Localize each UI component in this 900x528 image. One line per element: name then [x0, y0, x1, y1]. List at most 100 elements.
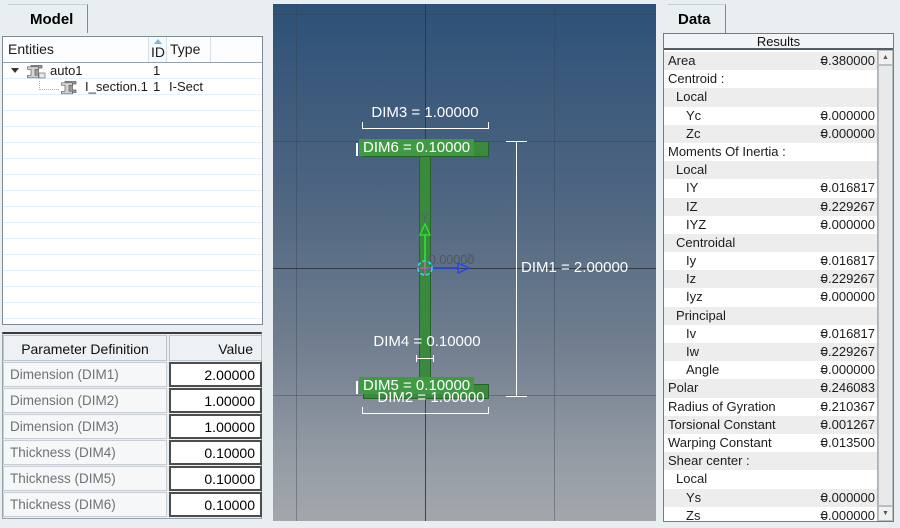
- tree-row-I_section.1[interactable]: I_section.1 1 I-Sect: [3, 79, 262, 95]
- grid-line: [296, 4, 297, 521]
- result-name-label: Polar: [668, 380, 699, 396]
- dim2-tick-right: [488, 407, 489, 414]
- dim3-tick-right: [488, 122, 489, 129]
- param-value-input[interactable]: [169, 492, 262, 517]
- tab-data[interactable]: Data: [668, 4, 726, 33]
- tree-empty-row[interactable]: [3, 127, 262, 143]
- result-row: IYZ = 0.000000: [664, 215, 877, 234]
- result-row: Centroidal: [664, 233, 877, 253]
- tree-empty-row[interactable]: [3, 239, 262, 255]
- tree-row-auto1[interactable]: auto1 1: [3, 63, 262, 79]
- result-row: Local: [664, 161, 877, 180]
- result-name-label: Warping Constant: [668, 434, 772, 450]
- result-value-label: 0.000000: [820, 289, 875, 305]
- sort-ascending-icon[interactable]: [154, 39, 162, 44]
- result-name-label: Local: [676, 471, 708, 487]
- tab-model[interactable]: Model: [8, 4, 89, 33]
- results-scrollbar[interactable]: ▲ ▼: [877, 50, 893, 521]
- results-header: Results: [664, 34, 893, 50]
- results-rows: Area = 0.380000 Centroid : Local Yc = 0.000000 Z…: [664, 52, 877, 522]
- dim3-label: DIM3 = 1.00000: [371, 104, 479, 121]
- result-name-label: Torsional Constant: [668, 416, 776, 432]
- result-value-label: 0.013500: [820, 434, 875, 450]
- result-row: Torsional Constant = 0.001267: [664, 415, 877, 434]
- param-header-value: Value: [169, 335, 262, 361]
- result-name-label: Centroid :: [668, 71, 725, 87]
- dim4-line: [416, 358, 434, 359]
- result-row: Angle = 0.000000: [664, 361, 877, 380]
- grid-line: [273, 14, 656, 15]
- result-name-label: Iw: [686, 344, 699, 359]
- param-label-dim3: Dimension (DIM3): [3, 414, 167, 439]
- entity-name-label: auto1: [50, 63, 83, 78]
- column-header-type[interactable]: Type: [167, 37, 211, 62]
- result-name-label: Centroidal: [676, 234, 736, 250]
- tree-rows: auto1 1 I_section.1 1 I-Sect: [3, 63, 262, 324]
- tree-empty-row[interactable]: [3, 175, 262, 191]
- result-name-label: IYZ: [686, 216, 707, 232]
- param-value-input[interactable]: [169, 414, 262, 439]
- param-value-input[interactable]: [169, 362, 262, 387]
- result-row: Yc = 0.000000: [664, 106, 877, 125]
- expand-collapse-icon[interactable]: [11, 68, 19, 73]
- dim4-label: DIM4 = 0.10000: [373, 333, 481, 350]
- result-value-label: 0.229267: [820, 198, 875, 214]
- result-name-label: Angle: [686, 362, 720, 378]
- param-value-input[interactable]: [169, 466, 262, 491]
- tree-empty-row[interactable]: [3, 159, 262, 175]
- column-header-id-label: ID: [151, 44, 165, 60]
- column-header-entities[interactable]: Entities: [3, 37, 149, 62]
- result-row: Polar = 0.246083: [664, 379, 877, 398]
- tree-empty-row[interactable]: [3, 207, 262, 223]
- tree-empty-row[interactable]: [3, 255, 262, 271]
- result-value-label: 0.000000: [820, 507, 875, 522]
- tree-empty-row[interactable]: [3, 143, 262, 159]
- result-value-label: 0.000000: [820, 216, 875, 232]
- result-row: IZ = 0.229267: [664, 197, 877, 216]
- result-row: Area = 0.380000: [664, 52, 877, 71]
- scrollbar-thumb[interactable]: [878, 65, 893, 506]
- result-value-label: 0.246083: [820, 380, 875, 396]
- result-name-label: Radius of Gyration: [668, 398, 776, 414]
- result-row: Iyz = 0.000000: [664, 288, 877, 307]
- param-label-dim1: Dimension (DIM1): [3, 362, 167, 387]
- result-row: Moments Of Inertia :: [664, 142, 877, 162]
- param-header-label: Parameter Definition: [3, 335, 167, 361]
- result-value-label: 0.016817: [820, 253, 875, 269]
- tree-empty-row[interactable]: [3, 111, 262, 127]
- result-row: Zc = 0.000000: [664, 124, 877, 143]
- result-name-label: Ys: [686, 489, 702, 505]
- tree-empty-row[interactable]: [3, 223, 262, 239]
- result-value-label: 0.229267: [820, 271, 875, 287]
- result-value-label: 0.000000: [820, 125, 875, 141]
- app-window: { "tabs": { "model": "Model", "data": "D…: [0, 0, 900, 528]
- param-value-input[interactable]: [169, 440, 262, 465]
- tree-empty-row[interactable]: [3, 303, 262, 319]
- param-label-dim6: Thickness (DIM6): [3, 492, 167, 517]
- dim3-tick-left: [362, 122, 363, 129]
- scroll-up-icon[interactable]: ▲: [878, 50, 893, 65]
- result-name-label: IY: [686, 180, 699, 196]
- entity-id-label: 1: [153, 63, 161, 78]
- tree-empty-row[interactable]: [3, 271, 262, 287]
- tree-empty-row[interactable]: [3, 287, 262, 303]
- tree-empty-row[interactable]: [3, 95, 262, 111]
- scroll-down-icon[interactable]: ▼: [878, 506, 893, 521]
- result-row: Iw = 0.229267: [664, 343, 877, 362]
- result-row: Iv = 0.016817: [664, 324, 877, 343]
- entity-id-label: 1: [153, 79, 161, 94]
- column-header-extra: [211, 37, 262, 62]
- param-label-dim2: Dimension (DIM2): [3, 388, 167, 413]
- dim2-line: [362, 413, 489, 414]
- graphics-viewport[interactable]: DIM3 = 1.00000 DIM6 = 0.10000 DIM1 = 2.0…: [273, 4, 656, 521]
- result-name-label: Local: [676, 162, 708, 178]
- dim2-label: DIM2 = 1.00000: [377, 389, 485, 406]
- axis-z-label: Z: [466, 250, 475, 266]
- dim2-tick-left: [362, 407, 363, 414]
- dim5-bracket: [356, 381, 358, 394]
- result-name-label: Local: [676, 89, 708, 105]
- tree-empty-row[interactable]: [3, 191, 262, 207]
- param-value-input[interactable]: [169, 388, 262, 413]
- result-value-label: 0.000000: [820, 362, 875, 378]
- tree-empty-row[interactable]: [3, 319, 262, 324]
